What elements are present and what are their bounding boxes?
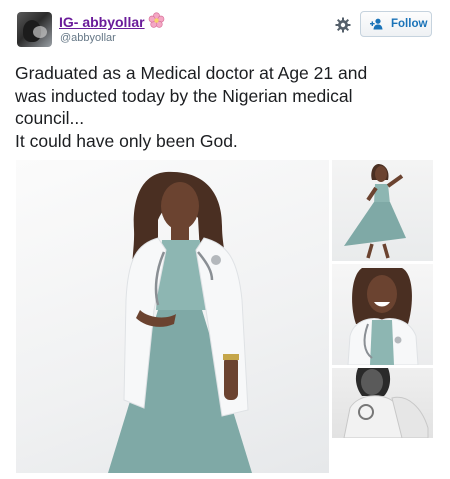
- follow-button[interactable]: Follow: [360, 11, 432, 37]
- tweet-photo-thumbnail[interactable]: [332, 368, 433, 438]
- flower-emoji-icon: [148, 12, 165, 28]
- tweet-text-line: It could have only been God.: [15, 130, 238, 151]
- tweet-photo-thumbnail[interactable]: [332, 264, 433, 365]
- tweet-text-line: was inducted today by the Nigerian medic…: [15, 85, 353, 106]
- tweet-photo-main[interactable]: [16, 160, 329, 473]
- gear-icon[interactable]: [335, 17, 351, 33]
- tweet-text-line: Graduated as a Medical doctor at Age 21 …: [15, 63, 368, 83]
- author-avatar[interactable]: [17, 12, 52, 47]
- tweet-photo-thumbnail[interactable]: [332, 160, 433, 261]
- tweet-text-line: council...: [15, 108, 85, 128]
- photo-twirling-dress: [344, 164, 406, 259]
- tweet-text: Graduated as a Medical doctor at Age 21 …: [15, 62, 440, 152]
- author-display-name[interactable]: IG- abbyollar: [59, 14, 145, 30]
- photo-monochrome-pose: [343, 368, 429, 438]
- avatar-highlight: [33, 26, 47, 38]
- photo-smiling-closeup: [347, 268, 419, 365]
- author-username[interactable]: @abbyollar: [60, 32, 116, 44]
- follow-label: Follow: [391, 18, 428, 30]
- add-user-icon: [370, 18, 383, 30]
- photo-doctor-portrait: [108, 171, 252, 473]
